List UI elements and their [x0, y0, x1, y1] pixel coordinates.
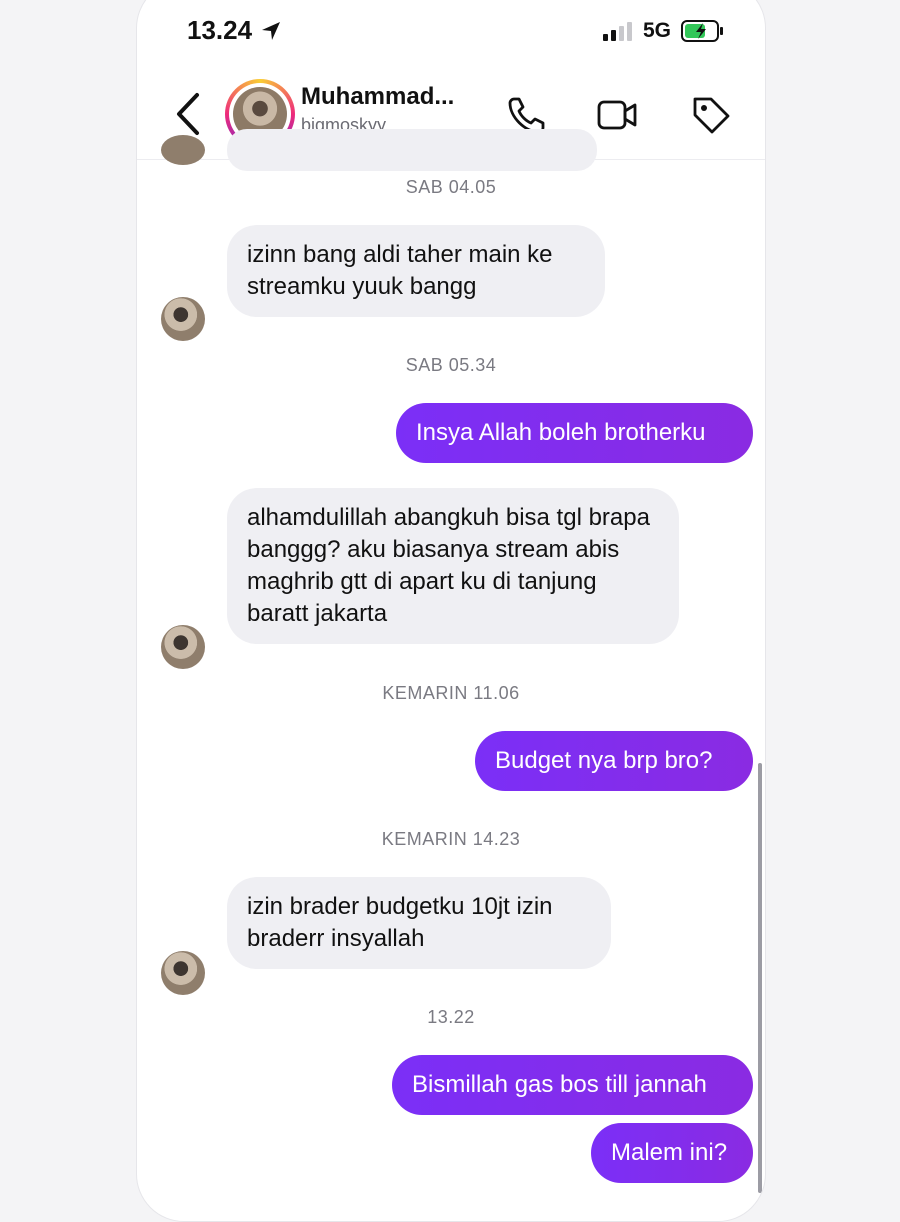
- sender-avatar[interactable]: [161, 625, 205, 669]
- message-bubble-outgoing[interactable]: Insya Allah boleh brotherku: [396, 403, 753, 463]
- message-bubble-incoming: [227, 129, 597, 171]
- message-bubble-outgoing[interactable]: Bismillah gas bos till jannah: [392, 1055, 753, 1115]
- location-arrow-icon: [262, 21, 281, 40]
- tag-icon[interactable]: [689, 93, 733, 137]
- timestamp: 13.22: [427, 1007, 475, 1027]
- clock-text: 13.24: [187, 15, 253, 45]
- status-time: 13.24: [187, 15, 282, 46]
- signal-icon: [602, 22, 632, 41]
- contact-name[interactable]: Muhammad...: [301, 83, 454, 111]
- sender-avatar[interactable]: [161, 297, 205, 341]
- video-call-icon[interactable]: [595, 93, 639, 137]
- network-label: 5G: [642, 19, 671, 42]
- battery-charging-icon: [681, 20, 723, 42]
- message-thread[interactable]: SAB 04.05 izinn bang aldi taher main ke …: [137, 129, 765, 1221]
- back-chevron-icon[interactable]: [171, 89, 205, 139]
- message-bubble-outgoing[interactable]: Malem ini?: [591, 1123, 753, 1183]
- phone-screen: 13.24 5G Muhammad... bigmoskyy SAB 04.05…: [136, 0, 766, 1222]
- message-bubble-outgoing[interactable]: Budget nya brp bro?: [475, 731, 753, 791]
- sender-avatar[interactable]: [161, 951, 205, 995]
- message-bubble-incoming[interactable]: alhamdulillah abangkuh bisa tgl brapa ba…: [227, 488, 679, 644]
- timestamp: SAB 05.34: [405, 355, 497, 375]
- sender-avatar: [161, 135, 205, 165]
- timestamp: KEMARIN 11.06: [382, 683, 520, 703]
- message-bubble-incoming[interactable]: izinn bang aldi taher main ke streamku y…: [227, 225, 605, 317]
- status-bar: 13.24 5G: [137, 1, 765, 71]
- scrollbar[interactable]: [758, 763, 762, 1193]
- timestamp: KEMARIN 14.23: [381, 829, 521, 849]
- message-bubble-incoming[interactable]: izin brader budgetku 10jt izin braderr i…: [227, 877, 611, 969]
- timestamp: SAB 04.05: [405, 177, 497, 197]
- status-indicators: 5G: [602, 19, 725, 43]
